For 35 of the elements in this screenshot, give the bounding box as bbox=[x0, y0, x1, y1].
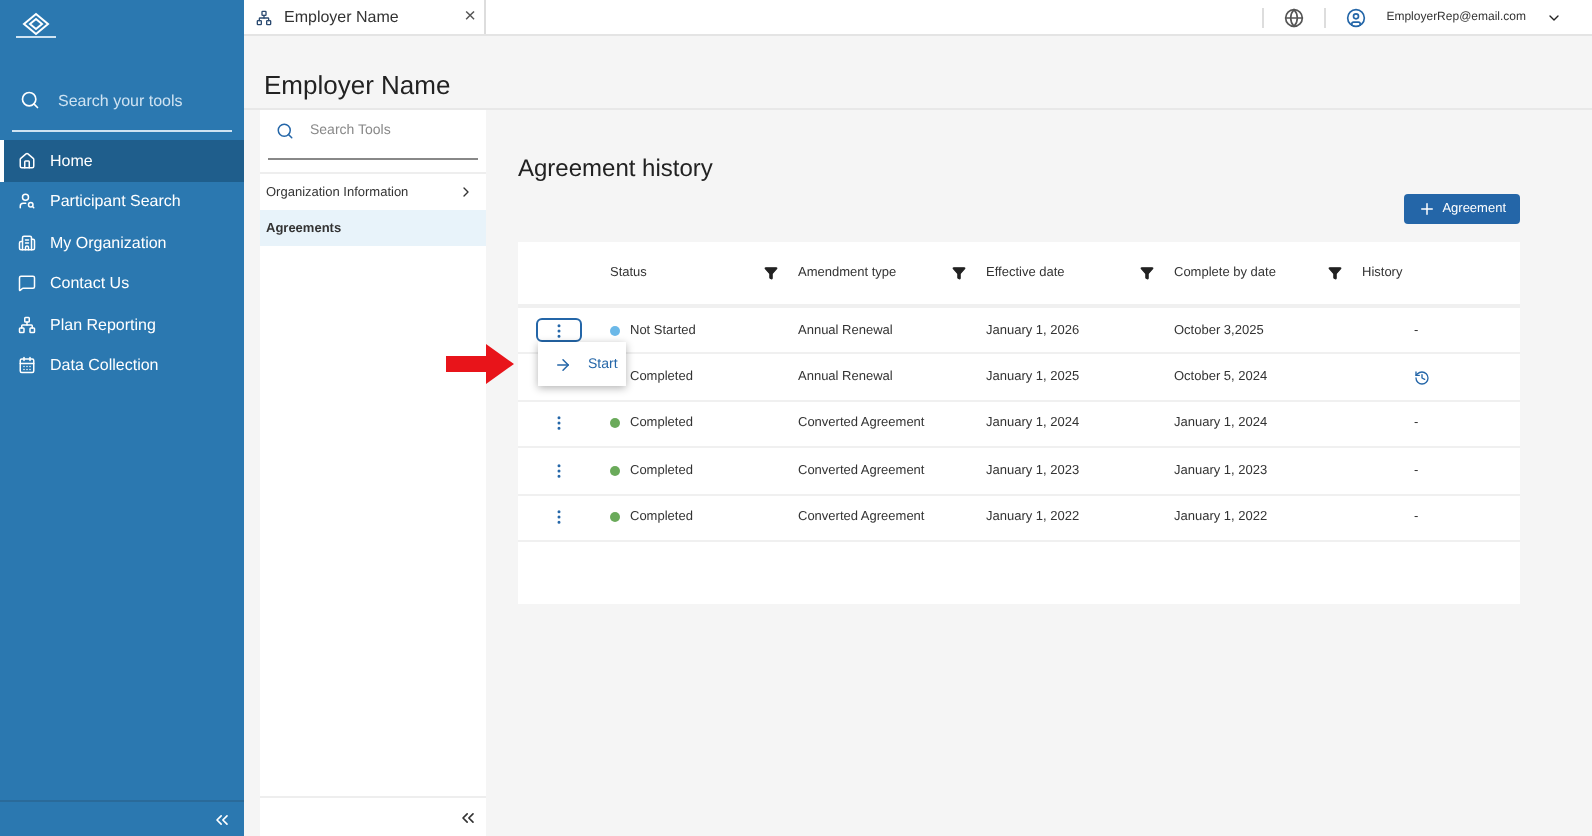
history-icon[interactable] bbox=[1414, 369, 1430, 386]
plus-icon bbox=[1418, 200, 1437, 218]
page-title: Employer Name bbox=[264, 70, 453, 100]
chat-icon bbox=[18, 274, 36, 293]
hierarchy-icon bbox=[256, 9, 272, 25]
globe-icon[interactable] bbox=[1284, 7, 1305, 27]
hierarchy-icon bbox=[18, 315, 36, 334]
home-icon bbox=[18, 151, 36, 170]
user-icon bbox=[1346, 7, 1367, 27]
nav-item[interactable]: Participant Search bbox=[0, 181, 244, 222]
search-icon bbox=[20, 90, 40, 110]
chevron-right-icon bbox=[458, 184, 474, 200]
nav-item[interactable]: Contact Us bbox=[0, 263, 244, 304]
filter-icon[interactable] bbox=[764, 266, 778, 280]
section-title: Agreement history bbox=[518, 154, 715, 182]
nav-item[interactable]: Data Collection bbox=[0, 345, 244, 386]
nav-item[interactable]: My Organization bbox=[0, 222, 244, 263]
logo-icon bbox=[12, 12, 60, 40]
calendar-icon bbox=[18, 356, 36, 375]
building-icon bbox=[18, 233, 36, 252]
filter-icon[interactable] bbox=[1140, 266, 1154, 280]
collapse-icon[interactable] bbox=[458, 807, 478, 827]
search-input[interactable]: Search your tools bbox=[54, 89, 214, 111]
nav-item[interactable]: Home bbox=[0, 140, 244, 181]
nav-item[interactable]: Plan Reporting bbox=[0, 304, 244, 345]
pointer-arrow-icon bbox=[446, 344, 514, 384]
filter-icon[interactable] bbox=[1328, 266, 1342, 280]
tab-title: Employer Name bbox=[284, 8, 401, 26]
tab[interactable]: Employer Name × bbox=[244, 0, 486, 34]
close-button[interactable]: × bbox=[464, 6, 476, 28]
user-search-icon bbox=[18, 192, 36, 211]
filter-icon[interactable] bbox=[952, 266, 966, 280]
row-menu-button[interactable] bbox=[536, 318, 582, 343]
search-icon bbox=[276, 121, 294, 139]
arrow-right-icon bbox=[554, 355, 572, 373]
